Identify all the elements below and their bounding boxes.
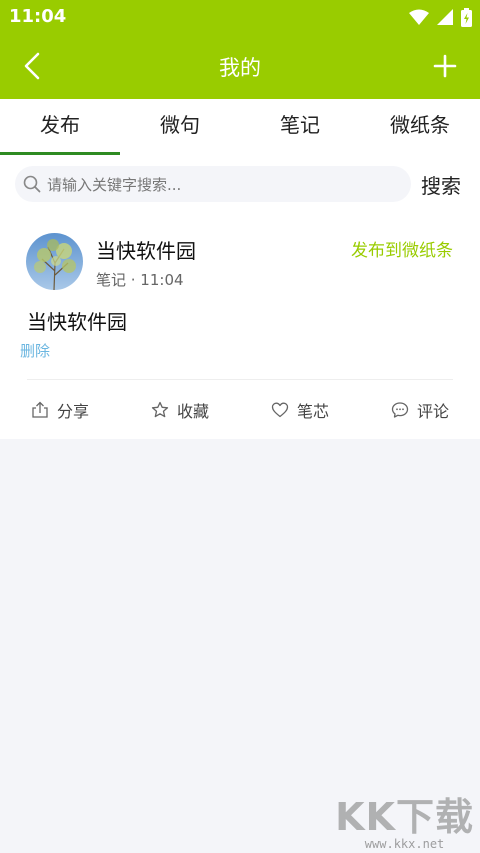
tab-bar: 发布 微句 笔记 微纸条 xyxy=(0,99,480,155)
share-label: 分享 xyxy=(56,401,89,421)
publish-to-weizhitiao-link[interactable]: 发布到微纸条 xyxy=(351,236,453,261)
wifi-icon xyxy=(409,9,429,25)
tab-publish[interactable]: 发布 xyxy=(0,99,120,155)
watermark-url: www.kkx.net xyxy=(364,837,445,851)
watermark-logo: KK下载 xyxy=(335,795,474,839)
status-bar: 11:04 xyxy=(0,0,480,33)
avatar-image xyxy=(26,233,83,290)
comment-icon xyxy=(391,401,409,418)
page-title: 我的 xyxy=(219,56,261,80)
heart-icon xyxy=(271,402,289,417)
post-card: 当快软件园 笔记 · 11:04 发布到微纸条 当快软件园 删除 分享 收藏 笔… xyxy=(0,213,480,439)
watermark: KK下载 www.kkx.net xyxy=(335,797,474,851)
favorite-button[interactable]: 收藏 xyxy=(120,380,240,439)
signal-icon xyxy=(437,9,453,25)
favorite-label: 收藏 xyxy=(176,401,209,421)
search-input[interactable] xyxy=(45,166,409,204)
post-meta: 笔记 · 11:04 xyxy=(96,271,184,289)
star-icon xyxy=(151,401,169,417)
author-name: 当快软件园 xyxy=(96,239,196,263)
search-row: 搜索 xyxy=(0,155,480,213)
comment-button[interactable]: 评论 xyxy=(360,380,480,439)
search-icon xyxy=(23,175,41,193)
delete-link[interactable]: 删除 xyxy=(20,340,50,361)
like-button[interactable]: 笔芯 xyxy=(240,380,360,439)
tab-weiju[interactable]: 微句 xyxy=(120,99,240,155)
like-label: 笔芯 xyxy=(296,401,329,421)
battery-icon xyxy=(461,7,472,27)
toolbar: 我的 xyxy=(0,33,480,99)
avatar[interactable] xyxy=(26,233,83,290)
tab-notes[interactable]: 笔记 xyxy=(240,99,360,155)
post-actions: 分享 收藏 笔芯 评论 xyxy=(0,380,480,439)
search-button[interactable]: 搜索 xyxy=(421,170,461,199)
status-time: 11:04 xyxy=(9,6,67,27)
search-box xyxy=(15,166,411,204)
comment-label: 评论 xyxy=(416,401,449,421)
tab-weizhitiao[interactable]: 微纸条 xyxy=(360,99,480,155)
post-content: 当快软件园 xyxy=(27,310,127,334)
share-icon xyxy=(32,401,48,418)
share-button[interactable]: 分享 xyxy=(0,380,120,439)
status-icons xyxy=(409,7,472,27)
add-icon[interactable] xyxy=(430,51,460,81)
app-bar: 11:04 我的 xyxy=(0,0,480,99)
